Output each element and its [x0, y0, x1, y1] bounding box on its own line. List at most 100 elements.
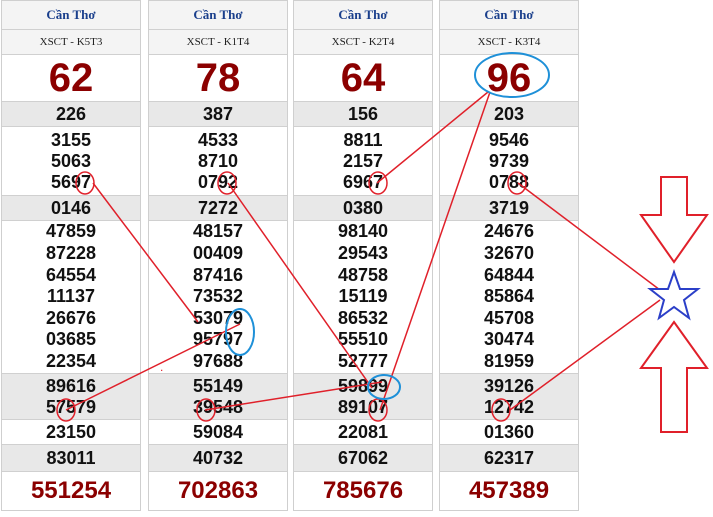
prize-number: 89616 [45, 375, 97, 396]
prize-number: 78 [195, 55, 241, 100]
result-column: Cần Thơ XSCT - K1T4 78 387 4533 8710 0792 7272 4… [148, 0, 288, 511]
prize-fifth: 0146 [2, 196, 140, 221]
prize-special: 551254 [2, 472, 140, 510]
prize-number: 0788 [488, 171, 530, 192]
prize-number: 85864 [483, 286, 535, 307]
prize-number: 156 [347, 103, 379, 124]
prize-number: 59084 [192, 421, 244, 442]
prize-number: 81959 [483, 350, 535, 371]
draw-code: XSCT - K3T4 [440, 30, 578, 55]
prize-number: 45708 [483, 307, 535, 328]
prize-number: 62317 [483, 447, 535, 468]
prize-number: 89107 [337, 396, 389, 417]
prize-number: Cần Thơ [193, 7, 243, 22]
prize-number: 53079 [192, 307, 244, 328]
prize-number: 551254 [30, 477, 112, 504]
prize-third: 89616 57579 [2, 374, 140, 420]
prize-fifth: 0380 [294, 196, 432, 221]
prize-number: 3719 [488, 197, 530, 218]
prize-number: 86532 [337, 307, 389, 328]
prize-seventh: 156 [294, 102, 432, 127]
prize-seventh: 203 [440, 102, 578, 127]
prize-third: 59899 89107 [294, 374, 432, 420]
prize-sixth: 4533 8710 0792 [149, 127, 287, 196]
prize-number: 83011 [46, 447, 96, 468]
prize-number: 24676 [483, 221, 535, 242]
prize-second: 23150 [2, 420, 140, 445]
prize-eighth: 96 [440, 55, 578, 102]
province-header: Cần Thơ [294, 1, 432, 30]
province-header: Cần Thơ [440, 1, 578, 30]
prize-number: Cần Thơ [484, 7, 534, 22]
prize-number: 95797 [192, 329, 244, 350]
prize-first: 67062 [294, 445, 432, 472]
prize-number: 87416 [192, 264, 244, 285]
prize-number: 39548 [192, 396, 244, 417]
prize-number: 26676 [45, 307, 97, 328]
prize-second: 01360 [440, 420, 578, 445]
prize-number: 96 [486, 55, 532, 100]
prize-number: 203 [493, 103, 525, 124]
prize-number: 226 [55, 103, 87, 124]
prize-number: 00409 [192, 243, 244, 264]
prize-number: 48758 [337, 264, 389, 285]
prize-number: 32670 [483, 243, 535, 264]
star-icon [647, 268, 701, 321]
prize-number: 387 [202, 103, 234, 124]
prize-number: 01360 [483, 421, 535, 442]
prize-number: 5063 [50, 150, 92, 171]
prize-number: 5697 [50, 171, 92, 192]
prize-number: 64554 [45, 264, 97, 285]
prize-number: 22081 [337, 421, 389, 442]
prize-number: XSCT - K5T3 [39, 36, 103, 48]
prize-number: 0146 [50, 197, 92, 218]
prize-number: 67062 [337, 447, 389, 468]
prize-sixth: 9546 9739 0788 [440, 127, 578, 196]
prize-number: 11137 [46, 286, 96, 307]
prize-number: 785676 [322, 477, 404, 504]
prize-number: 457389 [468, 477, 550, 504]
prize-sixth: 8811 2157 6967 [294, 127, 432, 196]
prize-fourth: 47859 87228 64554 11137 26676 03685 22354 [2, 221, 140, 374]
prize-fifth: 3719 [440, 196, 578, 221]
prize-number: 64 [340, 55, 386, 100]
prize-second: 22081 [294, 420, 432, 445]
prize-number: 87228 [45, 243, 97, 264]
province-header: Cần Thơ [149, 1, 287, 30]
prize-number: 40732 [192, 447, 244, 468]
prize-number: 8710 [197, 150, 239, 171]
prize-number: 8811 [343, 129, 383, 150]
prize-number: 64844 [483, 264, 535, 285]
result-column: Cần Thơ XSCT - K5T3 62 226 3155 5063 5697 0146 4… [1, 0, 141, 511]
prize-special: 457389 [440, 472, 578, 510]
prize-number: XSCT - K1T4 [186, 36, 250, 48]
prize-number: 03685 [45, 329, 97, 350]
prize-number: 62 [48, 55, 94, 100]
prize-first: 62317 [440, 445, 578, 472]
prize-number: 23150 [45, 421, 97, 442]
prize-eighth: 64 [294, 55, 432, 102]
draw-code: XSCT - K1T4 [149, 30, 287, 55]
prize-fifth: 7272 [149, 196, 287, 221]
prize-special: 785676 [294, 472, 432, 510]
prize-number: 9739 [488, 150, 530, 171]
prize-number: 39126 [483, 375, 535, 396]
result-column: Cần Thơ XSCT - K2T4 64 156 8811 2157 6967 0380 9… [293, 0, 433, 511]
prize-number: 29543 [337, 243, 389, 264]
draw-code: XSCT - K5T3 [2, 30, 140, 55]
prize-seventh: 226 [2, 102, 140, 127]
prize-number: 73532 [192, 286, 244, 307]
prize-number: 47859 [45, 221, 97, 242]
prize-second: 59084 [149, 420, 287, 445]
down-arrow-icon [639, 176, 709, 264]
prize-number: Cần Thơ [338, 7, 388, 22]
prize-number: 2157 [342, 150, 384, 171]
prize-number: 57579 [45, 396, 97, 417]
prize-number: 12742 [483, 396, 535, 417]
prize-third: 39126 12742 [440, 374, 578, 420]
prize-eighth: 62 [2, 55, 140, 102]
prize-number: 22354 [45, 350, 97, 371]
prize-fourth: 48157 00409 87416 73532 53079 95797 97688 [149, 221, 287, 374]
prize-number: 30474 [483, 329, 535, 350]
prize-fourth: 98140 29543 48758 15119 86532 55510 52777 [294, 221, 432, 374]
